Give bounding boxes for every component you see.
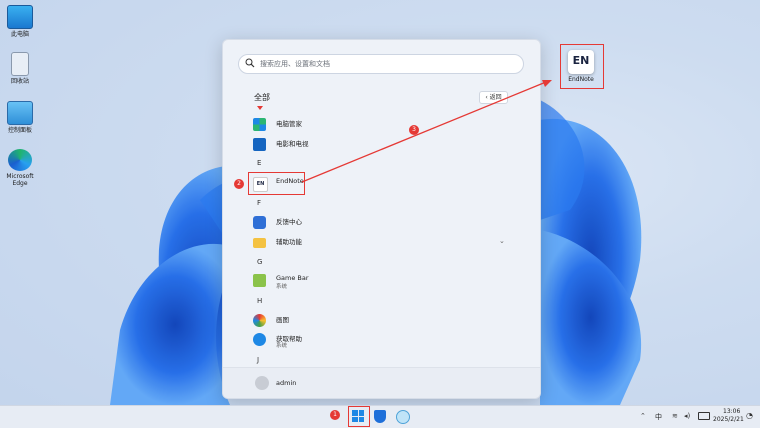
- app-icon[interactable]: [396, 410, 410, 424]
- battery-icon[interactable]: [698, 412, 710, 420]
- wifi-icon[interactable]: ≋: [672, 412, 678, 420]
- ime-indicator[interactable]: 中: [655, 412, 662, 422]
- annotation-arrow: [301, 80, 552, 183]
- defender-icon[interactable]: [374, 410, 386, 423]
- step-badge-3: 3: [409, 125, 419, 135]
- start-button[interactable]: [352, 410, 364, 422]
- step-badge-2: 2: [234, 179, 244, 189]
- clock-date[interactable]: 2025/2/21: [713, 416, 744, 423]
- step-badge-1: 1: [330, 410, 340, 420]
- chevron-up-icon[interactable]: ⌃: [640, 412, 646, 420]
- volume-icon[interactable]: ◂): [684, 412, 690, 420]
- taskbar: ⌃ 中 ≋ ◂) 13:06 2025/2/21 ◔: [0, 405, 760, 428]
- clock-time[interactable]: 13:06: [723, 408, 740, 415]
- notification-icon[interactable]: ◔: [746, 411, 753, 420]
